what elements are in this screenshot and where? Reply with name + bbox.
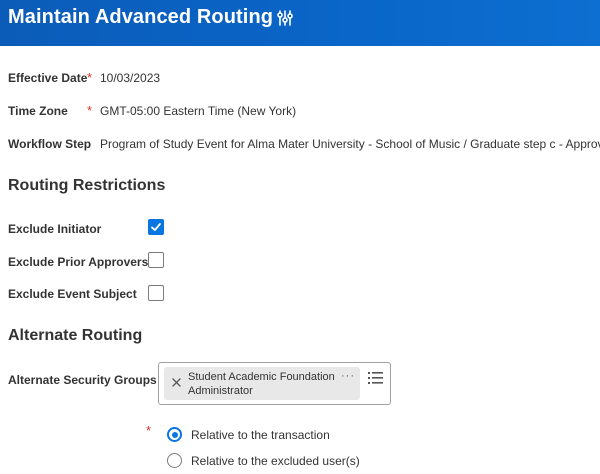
effective-date-label: Effective Date [8,71,88,85]
page-header: Maintain Advanced Routing [0,0,600,46]
related-actions-icon [276,9,294,32]
relative-required-marker: * [146,423,152,438]
time-zone-value: GMT-05:00 Eastern Time (New York) [100,104,297,118]
exclude-prior-approvers-label: Exclude Prior Approvers [8,255,149,269]
effective-date-required-marker: * [87,70,93,85]
remove-pill-button[interactable] [170,376,182,388]
related-actions-button[interactable] [274,9,296,31]
relative-to-excluded-users-label[interactable]: Relative to the excluded user(s) [191,454,360,468]
relative-to-excluded-users-radio[interactable] [167,453,182,468]
alternate-routing-title: Alternate Routing [8,327,143,344]
exclude-initiator-label: Exclude Initiator [8,222,102,236]
alternate-security-groups-input[interactable]: Student Academic Foundation Administrato… [158,362,391,405]
page-title: Maintain Advanced Routing [8,6,274,28]
selected-security-group-text: Student Academic Foundation Administrato… [188,371,335,397]
workflow-step-label: Workflow Step [8,137,92,151]
exclude-event-subject-checkbox[interactable] [148,285,164,301]
exclude-initiator-checkbox[interactable] [148,219,164,235]
time-zone-required-marker: * [87,103,93,118]
radio-selected-dot [171,431,178,438]
relative-to-transaction-label[interactable]: Relative to the transaction [191,428,330,442]
routing-restrictions-title: Routing Restrictions [8,177,166,194]
checkmark-icon [151,223,161,231]
relative-to-transaction-radio[interactable] [167,427,182,442]
close-icon [171,377,181,387]
workflow-step-value: Program of Study Event for Alma Mater Un… [100,137,600,151]
exclude-prior-approvers-checkbox[interactable] [148,252,164,268]
effective-date-value: 10/03/2023 [100,71,161,85]
alternate-security-groups-label: Alternate Security Groups [8,373,157,387]
selected-security-group-pill[interactable]: Student Academic Foundation Administrato… [164,367,360,400]
time-zone-label: Time Zone [8,104,68,118]
list-prompt-icon[interactable] [368,371,384,385]
exclude-event-subject-label: Exclude Event Subject [8,287,137,301]
pill-more-button[interactable]: ··· [341,370,355,382]
